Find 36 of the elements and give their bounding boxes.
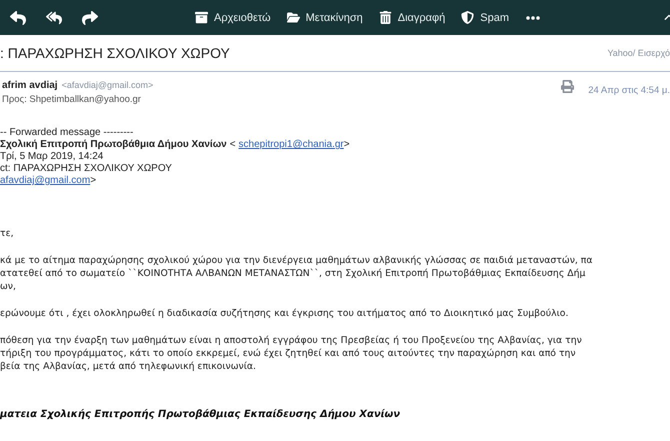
bracket: >	[90, 175, 96, 187]
email-date: 24 Απρ στις 4:54 μ.	[588, 85, 670, 96]
forwarded-subject: ct: ΠΑΡΑΧΩΡΗΣΗ ΣΧΟΛΙΚΟΥ ΧΩΡΟΥ	[0, 163, 173, 175]
body-text-line: πόθεση για την έναρξη των μαθημάτων είναι η αποστολή εγγράφου της Πρεσβείας ή του Προξενείου της Αλβανίας, για την	[0, 334, 583, 347]
forwarded-header: -- Forwarded message ---------	[0, 127, 134, 139]
body-text-line: τε,	[0, 227, 15, 240]
print-icon[interactable]	[561, 80, 574, 93]
delete-button[interactable]: Διαγραφή	[378, 11, 446, 24]
reply-button[interactable]	[10, 10, 26, 26]
recipient: Προς: Shpetimballkan@yahoo.gr	[2, 94, 142, 105]
email-subject: : ΠΑΡΑΧΩΡΗΣΗ ΣΧΟΛΙΚΟΥ ΧΩΡΟΥ	[0, 45, 230, 61]
folder-path: Yahoo/ Εισερχό	[607, 48, 670, 58]
body-text-line: τήριξη του προγράμματος, κάτι το οποίο εκκρεμεί, ενώ έχει ζητηθεί και από τους αιτούντες την παραχώρηση και από την	[0, 347, 577, 360]
reply-all-button[interactable]	[46, 10, 62, 26]
sender-name: afrim avdiaj	[2, 80, 58, 91]
sender-email: <afavdiaj@gmail.com>	[62, 80, 154, 90]
bracket: >	[344, 139, 350, 151]
body-text-line: ων,	[0, 280, 17, 293]
folder-icon	[286, 11, 300, 24]
trash-icon	[378, 11, 392, 24]
move-button[interactable]: Μετακίνηση	[286, 11, 363, 24]
bracket: <	[230, 139, 236, 151]
forwarded-sender: Σχολική Επιτροπή Πρωτοβάθμια Δήμου Χανίων	[0, 139, 227, 151]
archive-button[interactable]: Αρχειοθετώ	[195, 11, 271, 24]
body-text-line: βεία της Αλβανίας, μετά από τηλεφωνική επικοινωνία.	[0, 360, 257, 373]
email-link[interactable]: afavdiaj@gmail.com	[0, 175, 90, 187]
spam-button[interactable]: Spam	[461, 11, 510, 24]
signature: ματεια Σχολικής Επιτροπής Πρωτοβάθμιας Εκπαίδευσης Δήμου Χανίων	[0, 409, 402, 420]
shield-icon	[461, 11, 474, 24]
email-link[interactable]: schepitropi1@chania.gr	[238, 139, 344, 151]
forward-button[interactable]	[82, 10, 98, 26]
body-text-line: ερώνουμε ότι , έχει ολοκληρωθεί η διαδικασία συζήτησης και έγκρισης του αιτήματος από το Διοικητικό μας Συμβούλιο.	[0, 307, 570, 320]
archive-icon	[195, 11, 208, 24]
body-text-line: κά με το αίτημα παραχώρησης σχολικού χώρου για την διενέργεια μαθημάτων αλβανικής γλώσσας σε παιδιά μεταναστών, πα	[0, 254, 594, 267]
forwarded-date: Τρί, 5 Μαρ 2019, 14:24	[0, 151, 104, 163]
body-text-line: ατατεθεί από το σωματείο ``ΚΟΙΝΟΤΗΤΑ ΑΛΒΑΝΩΝ ΜΕΤΑΝΑΣΤΩΝ``, στη Σχολική Επιτροπή Πρωτοβάθμιας Εκπαίδευσης Δήμ	[0, 267, 586, 280]
